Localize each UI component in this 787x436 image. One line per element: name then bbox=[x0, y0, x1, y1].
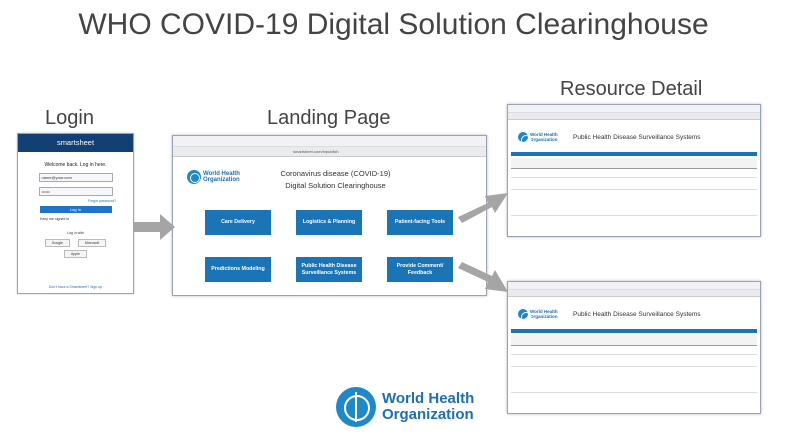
arrow-login-to-landing bbox=[134, 214, 175, 240]
smartsheet-brand: smartsheet bbox=[18, 134, 133, 152]
table-row bbox=[511, 215, 757, 216]
url-text: smartsheet.com/b/publish bbox=[293, 149, 339, 154]
tile-logistics-planning[interactable]: Logistics & Planning bbox=[296, 210, 362, 235]
remember-checkbox[interactable]: Keep me signed in bbox=[40, 217, 133, 221]
landing-heading: Coronavirus disease (COVID-19) Digital S… bbox=[273, 168, 398, 192]
resource-screenshot-2: World Health Organization Public Health … bbox=[507, 281, 761, 414]
browser-tab-bar bbox=[173, 136, 486, 147]
who-logo-line2: Organization bbox=[530, 137, 558, 142]
who-logo: World Health Organization bbox=[518, 132, 558, 145]
footer-logo-line2: Organization bbox=[382, 406, 474, 423]
resource-title: Public Health Disease Surveillance Syste… bbox=[573, 311, 701, 318]
who-emblem-icon bbox=[336, 387, 376, 427]
heading-line2: Digital Solution Clearinghouse bbox=[285, 181, 386, 190]
sso-label: Log in with bbox=[67, 231, 84, 235]
who-logo-line2: Organization bbox=[530, 314, 558, 319]
browser-tab-bar bbox=[508, 105, 760, 113]
login-label: Login bbox=[45, 107, 94, 129]
section-bar bbox=[511, 152, 757, 156]
page-title: WHO COVID-19 Digital Solution Clearingho… bbox=[78, 8, 709, 41]
tile-patient-facing-tools[interactable]: Patient-facing Tools bbox=[387, 210, 453, 235]
heading-line1: Coronavirus disease (COVID-19) bbox=[280, 169, 391, 178]
table-row bbox=[511, 189, 757, 190]
browser-address-bar bbox=[508, 113, 760, 120]
landing-label: Landing Page bbox=[267, 107, 391, 129]
who-emblem-icon bbox=[518, 132, 531, 145]
email-field[interactable]: name@your.com bbox=[38, 173, 113, 182]
tile-provide-feedback[interactable]: Provide Comment/ Feedback bbox=[387, 257, 453, 282]
login-button[interactable]: Log In bbox=[39, 206, 112, 213]
landing-screenshot: smartsheet.com/b/publish World Health Or… bbox=[172, 135, 487, 296]
who-logo: World Health Organization bbox=[518, 309, 558, 322]
table-row bbox=[511, 366, 757, 367]
resource-screenshot-1: World Health Organization Public Health … bbox=[507, 104, 761, 237]
password-field[interactable]: •••••• bbox=[38, 187, 113, 196]
arrow-landing-to-resource-1 bbox=[458, 193, 508, 223]
login-welcome: Welcome back. Log in here. bbox=[44, 162, 107, 168]
section-bar bbox=[511, 329, 757, 333]
resource-label: Resource Detail bbox=[560, 78, 703, 100]
browser-tab-bar bbox=[508, 282, 760, 290]
browser-address-bar bbox=[508, 290, 760, 297]
tile-public-health-surveillance[interactable]: Public Health Disease Surveillance Syste… bbox=[296, 257, 362, 282]
who-logo: World Health Organization bbox=[187, 170, 240, 184]
google-sso-button[interactable]: Google bbox=[44, 239, 71, 247]
arrow-landing-to-resource-2 bbox=[458, 262, 508, 292]
footer-logo-line1: World Health bbox=[382, 390, 475, 407]
login-screenshot: smartsheet Welcome back. Log in here. na… bbox=[17, 133, 134, 294]
tile-predictions-modeling[interactable]: Predictions Modeling bbox=[205, 257, 271, 282]
who-emblem-icon bbox=[187, 170, 201, 184]
footer-who-logo: World Health Organization bbox=[336, 387, 474, 427]
forgot-password-link[interactable]: Forgot password? bbox=[88, 199, 133, 203]
apple-sso-button[interactable]: Apple bbox=[64, 250, 87, 258]
tile-care-delivery[interactable]: Care Delivery bbox=[205, 210, 271, 235]
resource-title: Public Health Disease Surveillance Syste… bbox=[573, 134, 701, 141]
signup-link[interactable]: Don't have a Smartsheet? Sign up bbox=[18, 285, 133, 289]
table-header bbox=[511, 335, 757, 346]
microsoft-sso-button[interactable]: Microsoft bbox=[78, 239, 107, 247]
table-row bbox=[511, 354, 757, 355]
table-header bbox=[511, 158, 757, 169]
who-emblem-icon bbox=[518, 309, 531, 322]
table-row bbox=[511, 392, 757, 393]
table-row bbox=[511, 177, 757, 178]
browser-address-bar: smartsheet.com/b/publish bbox=[173, 147, 486, 157]
who-logo-line2: Organization bbox=[203, 177, 240, 183]
